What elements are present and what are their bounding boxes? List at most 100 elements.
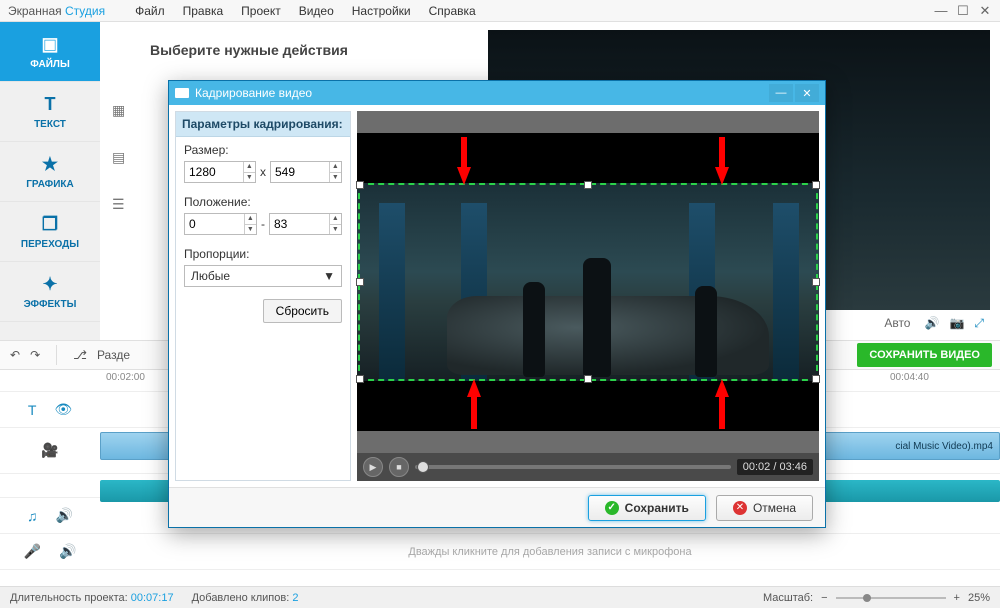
grid-icon[interactable]: ▦ <box>112 102 125 119</box>
spin-down-icon[interactable]: ▼ <box>245 225 256 235</box>
sidebar-tab-text[interactable]: T ТЕКСТ <box>0 82 100 142</box>
menu-video[interactable]: Видео <box>299 4 334 18</box>
seek-slider[interactable] <box>415 465 731 469</box>
transitions-icon: ❐ <box>42 214 58 235</box>
crop-handle[interactable] <box>356 278 364 286</box>
zoom-label: Масштаб: <box>763 592 813 604</box>
eye-icon[interactable]: 👁 <box>54 401 72 418</box>
pos-y-input[interactable] <box>270 217 329 231</box>
crop-handle[interactable] <box>584 375 592 383</box>
play-button[interactable]: ▶ <box>363 457 383 477</box>
ratio-combobox[interactable]: Любые ▼ <box>184 265 342 287</box>
undo-icon[interactable]: ↶ <box>10 348 20 362</box>
crop-handle[interactable] <box>812 375 820 383</box>
dialog-titlebar[interactable]: Кадрирование видео — ✕ <box>169 81 825 105</box>
dialog-title: Кадрирование видео <box>195 86 312 100</box>
mic-track-icon[interactable]: 🎤 <box>24 543 41 560</box>
cancel-icon: ✕ <box>733 501 747 515</box>
zoom-slider[interactable] <box>836 597 946 599</box>
time-display: 00:02 / 03:46 <box>737 459 813 475</box>
dialog-cancel-button[interactable]: ✕ Отмена <box>716 495 813 521</box>
sidebar: ▣ ФАЙЛЫ T ТЕКСТ ★ ГРАФИКА ❐ ПЕРЕХОДЫ ✦ Э… <box>0 22 100 340</box>
clips-label: Добавлено клипов: <box>192 592 290 604</box>
height-spinbox[interactable]: ▲▼ <box>270 161 342 183</box>
pos-x-spinbox[interactable]: ▲▼ <box>184 213 257 235</box>
annotation-arrow-icon <box>467 379 481 397</box>
spin-down-icon[interactable]: ▼ <box>244 173 255 183</box>
spin-up-icon[interactable]: ▲ <box>330 214 341 225</box>
speaker-icon[interactable]: 🔊 <box>56 507 73 524</box>
dialog-save-button[interactable]: ✓ Сохранить <box>588 495 706 521</box>
expand-icon[interactable]: ⤢ <box>974 316 984 331</box>
zoom-in-icon[interactable]: + <box>954 592 960 604</box>
player-bar: ▶ ■ 00:02 / 03:46 <box>357 453 819 481</box>
height-input[interactable] <box>271 165 329 179</box>
list-icon[interactable]: ☰ <box>112 196 125 213</box>
window-minimize-icon[interactable]: — <box>934 3 948 18</box>
crop-canvas: ▶ ■ 00:02 / 03:46 <box>357 111 819 481</box>
sidebar-label-graphics: ГРАФИКА <box>26 179 73 190</box>
menu-settings[interactable]: Настройки <box>352 4 411 18</box>
app-title-2: Студия <box>65 4 105 18</box>
window-close-icon[interactable]: ✕ <box>978 3 992 19</box>
width-spinbox[interactable]: ▲▼ <box>184 161 256 183</box>
menu-help[interactable]: Справка <box>429 4 476 18</box>
sidebar-tab-graphics[interactable]: ★ ГРАФИКА <box>0 142 100 202</box>
ratio-label: Пропорции: <box>176 241 350 263</box>
music-track-icon[interactable]: ♫ <box>27 508 38 524</box>
menubar: Экранная Студия Файл Правка Проект Видео… <box>0 0 1000 22</box>
spin-up-icon[interactable]: ▲ <box>245 214 256 225</box>
text-track-icon[interactable]: T <box>28 402 37 418</box>
split-label: Разде <box>97 348 130 362</box>
sidebar-tab-transitions[interactable]: ❐ ПЕРЕХОДЫ <box>0 202 100 262</box>
text-icon: T <box>45 94 56 115</box>
dialog-save-label: Сохранить <box>625 501 689 515</box>
crop-handle[interactable] <box>812 181 820 189</box>
dialog-minimize-icon[interactable]: — <box>769 84 793 102</box>
width-input[interactable] <box>185 165 243 179</box>
dialog-close-icon[interactable]: ✕ <box>795 84 819 102</box>
spin-up-icon[interactable]: ▲ <box>330 162 341 173</box>
chevron-down-icon: ▼ <box>323 269 335 283</box>
film-icon[interactable]: ▤ <box>112 149 125 166</box>
crop-handle[interactable] <box>356 181 364 189</box>
crop-handle[interactable] <box>356 375 364 383</box>
spin-down-icon[interactable]: ▼ <box>330 225 341 235</box>
menu-file[interactable]: Файл <box>135 4 165 18</box>
save-video-button[interactable]: СОХРАНИТЬ ВИДЕО <box>857 343 992 367</box>
crop-selection[interactable] <box>358 183 818 381</box>
speaker-icon[interactable]: 🔊 <box>59 543 76 560</box>
crop-handle[interactable] <box>812 278 820 286</box>
sidebar-tab-effects[interactable]: ✦ ЭФФЕКТЫ <box>0 262 100 322</box>
redo-icon[interactable]: ↷ <box>30 348 40 362</box>
sidebar-label-transitions: ПЕРЕХОДЫ <box>21 239 79 250</box>
clip-label: cial Music Video).mp4 <box>895 441 993 452</box>
zoom-value: 25% <box>968 592 990 604</box>
spin-up-icon[interactable]: ▲ <box>244 162 255 173</box>
crop-stage[interactable] <box>357 111 819 453</box>
pos-x-input[interactable] <box>185 217 244 231</box>
sidebar-tab-files[interactable]: ▣ ФАЙЛЫ <box>0 22 100 82</box>
speaker-icon[interactable]: 🔊 <box>924 316 939 330</box>
stop-button[interactable]: ■ <box>389 457 409 477</box>
statusbar: Длительность проекта: 00:07:17 Добавлено… <box>0 586 1000 608</box>
menu-project[interactable]: Проект <box>241 4 281 18</box>
spin-down-icon[interactable]: ▼ <box>330 173 341 183</box>
mic-hint[interactable]: Дважды кликните для добавления записи с … <box>100 546 1000 558</box>
app-title: Экранная Студия <box>8 4 105 18</box>
duration-value: 00:07:17 <box>131 592 174 604</box>
window-maximize-icon[interactable]: ☐ <box>956 3 970 19</box>
annotation-arrow-icon <box>715 167 729 185</box>
camera-icon[interactable]: 📷 <box>949 316 964 330</box>
crop-params-panel: Параметры кадрирования: Размер: ▲▼ x ▲▼ … <box>175 111 351 481</box>
reset-button[interactable]: Сбросить <box>263 299 342 323</box>
zoom-out-icon[interactable]: − <box>821 592 827 604</box>
split-icon[interactable]: ⎇ <box>73 348 87 362</box>
menu-edit[interactable]: Правка <box>183 4 224 18</box>
app-title-1: Экранная <box>8 4 62 18</box>
crop-handle[interactable] <box>584 181 592 189</box>
video-track-icon[interactable]: 🎥 <box>41 442 58 459</box>
track-mic: 🎤 🔊 Дважды кликните для добавления запис… <box>0 534 1000 570</box>
pos-y-spinbox[interactable]: ▲▼ <box>269 213 342 235</box>
clips-value: 2 <box>292 592 298 604</box>
